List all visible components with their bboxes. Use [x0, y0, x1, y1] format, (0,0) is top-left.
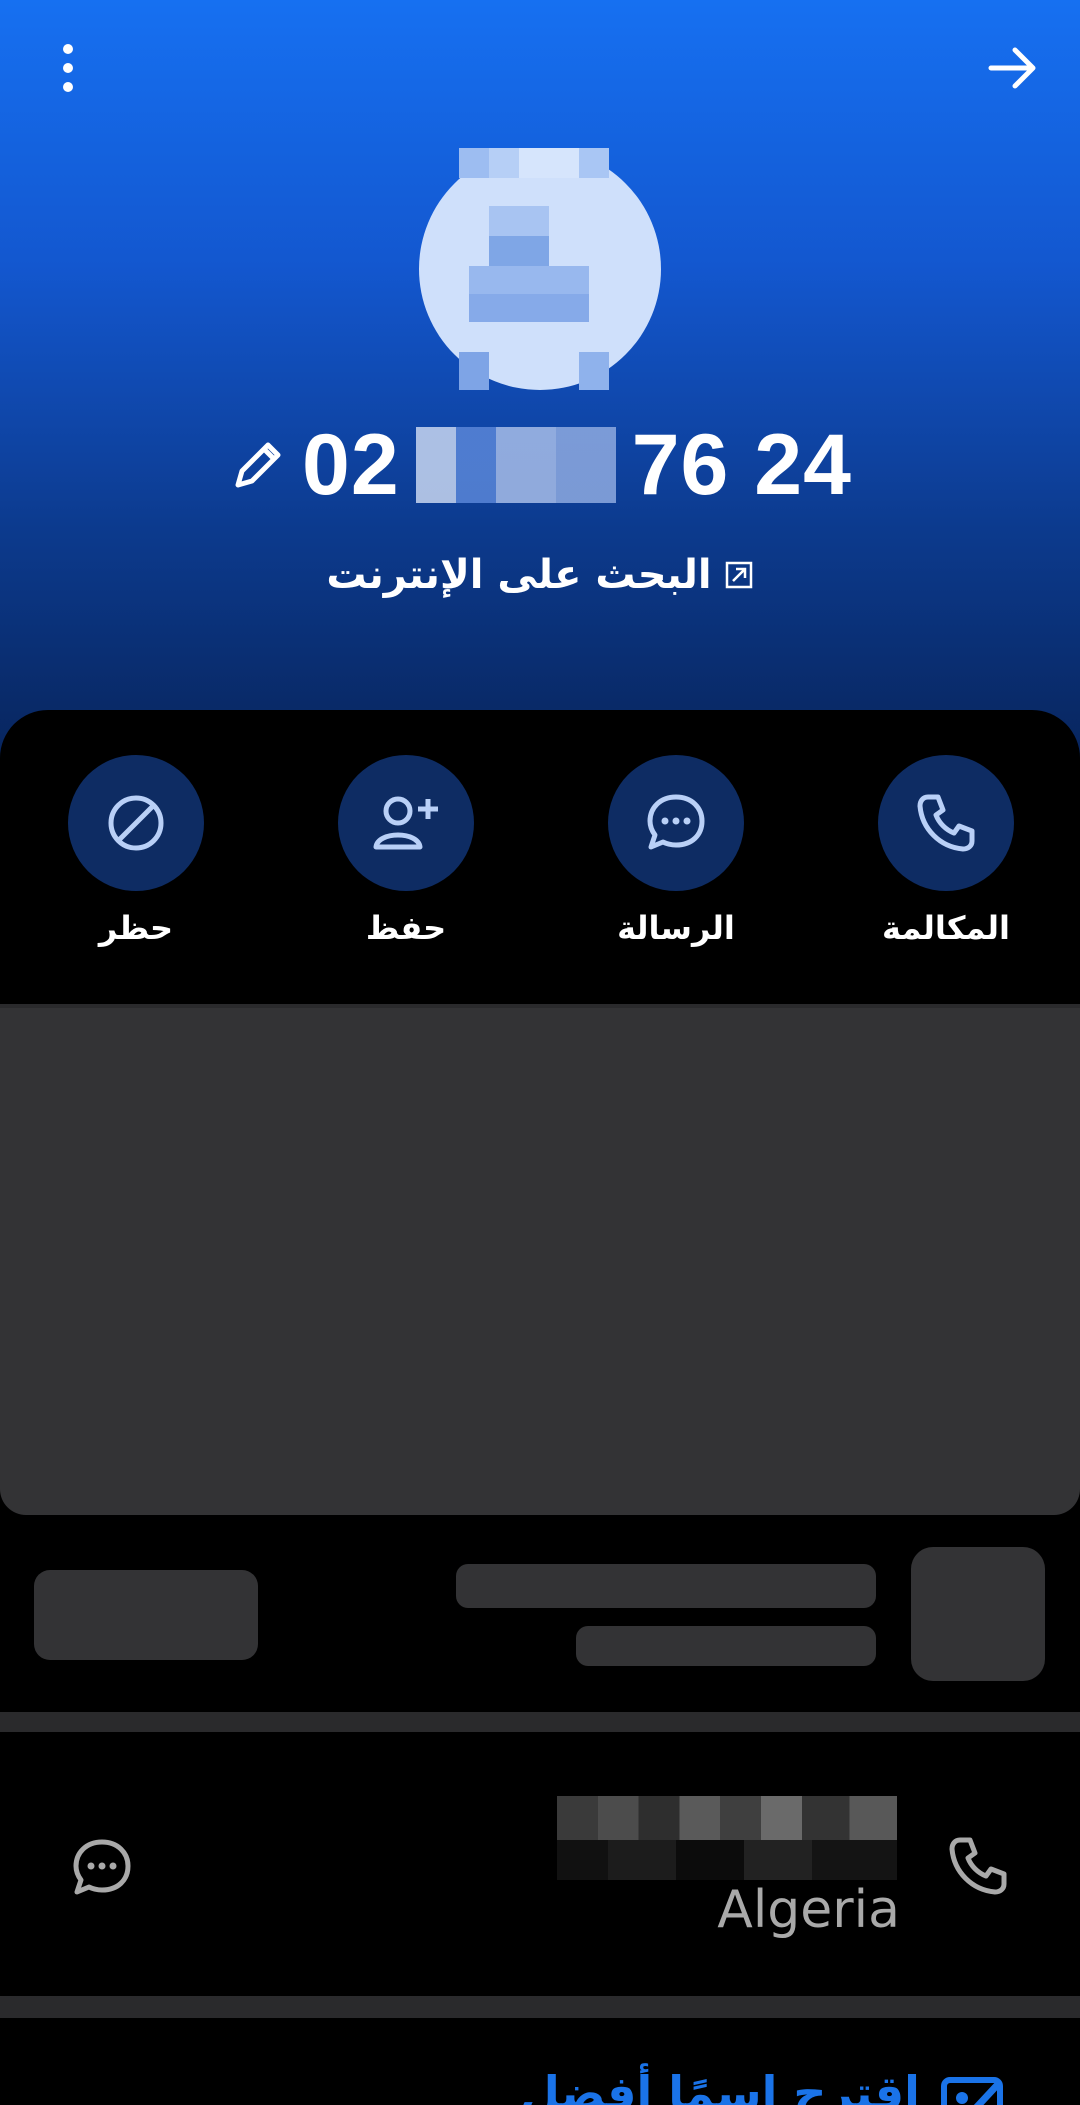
placeholder-thumbnail: [911, 1547, 1045, 1681]
loading-card: [0, 1008, 1080, 1515]
back-arrow-icon[interactable]: [985, 40, 1041, 96]
phone-number: 02 76 24: [302, 416, 852, 515]
avatar: [419, 148, 661, 390]
message-bubble: [608, 755, 744, 891]
save-button[interactable]: حفظ: [336, 755, 476, 947]
save-bubble: [338, 755, 474, 891]
save-label: حفظ: [365, 909, 447, 947]
phone-icon: [917, 794, 975, 852]
edit-name-icon: [941, 2077, 1003, 2105]
add-contact-icon: [373, 796, 438, 850]
edit-pencil-icon[interactable]: [228, 435, 288, 495]
divider: [0, 1996, 1080, 2018]
message-label: الرسالة: [617, 909, 735, 947]
phone-number-redacted: [415, 427, 616, 503]
message-button[interactable]: الرسالة: [606, 755, 746, 947]
more-options-icon[interactable]: [48, 38, 88, 98]
search-online-link[interactable]: البحث على الإنترنت: [0, 545, 1080, 605]
number-row[interactable]: [0, 1736, 1080, 1996]
country-label: Algeria: [717, 1880, 900, 1940]
suggest-name-button[interactable]: اقترح اسمًا أفضل: [0, 2030, 1080, 2105]
call-label: المكالمة: [882, 909, 1010, 947]
phone-number-row: 02 76 24: [0, 410, 1080, 520]
placeholder-line: [456, 1564, 876, 1608]
phone-number-suffix: 76 24: [631, 416, 852, 513]
message-icon[interactable]: [70, 1836, 134, 1900]
external-link-icon: [725, 561, 752, 589]
message-icon: [647, 794, 705, 850]
suggest-name-label: اقترح اسمًا أفضل: [520, 2066, 920, 2105]
phone-icon[interactable]: [946, 1834, 1010, 1898]
placeholder-line: [576, 1626, 876, 1666]
number-redacted-lower: [557, 1840, 897, 1880]
block-label: حظر: [98, 909, 174, 947]
call-bubble: [878, 755, 1014, 891]
divider: [0, 1712, 1080, 1732]
block-icon: [108, 795, 164, 851]
placeholder-button: [34, 1570, 258, 1660]
block-button[interactable]: حظر: [66, 755, 206, 947]
search-online-label: البحث على الإنترنت: [326, 552, 712, 598]
caller-header: 02 76 24 البحث على الإنترنت: [0, 0, 1080, 760]
phone-number-prefix: 02: [302, 416, 400, 513]
call-button[interactable]: المكالمة: [876, 755, 1016, 947]
block-bubble: [68, 755, 204, 891]
